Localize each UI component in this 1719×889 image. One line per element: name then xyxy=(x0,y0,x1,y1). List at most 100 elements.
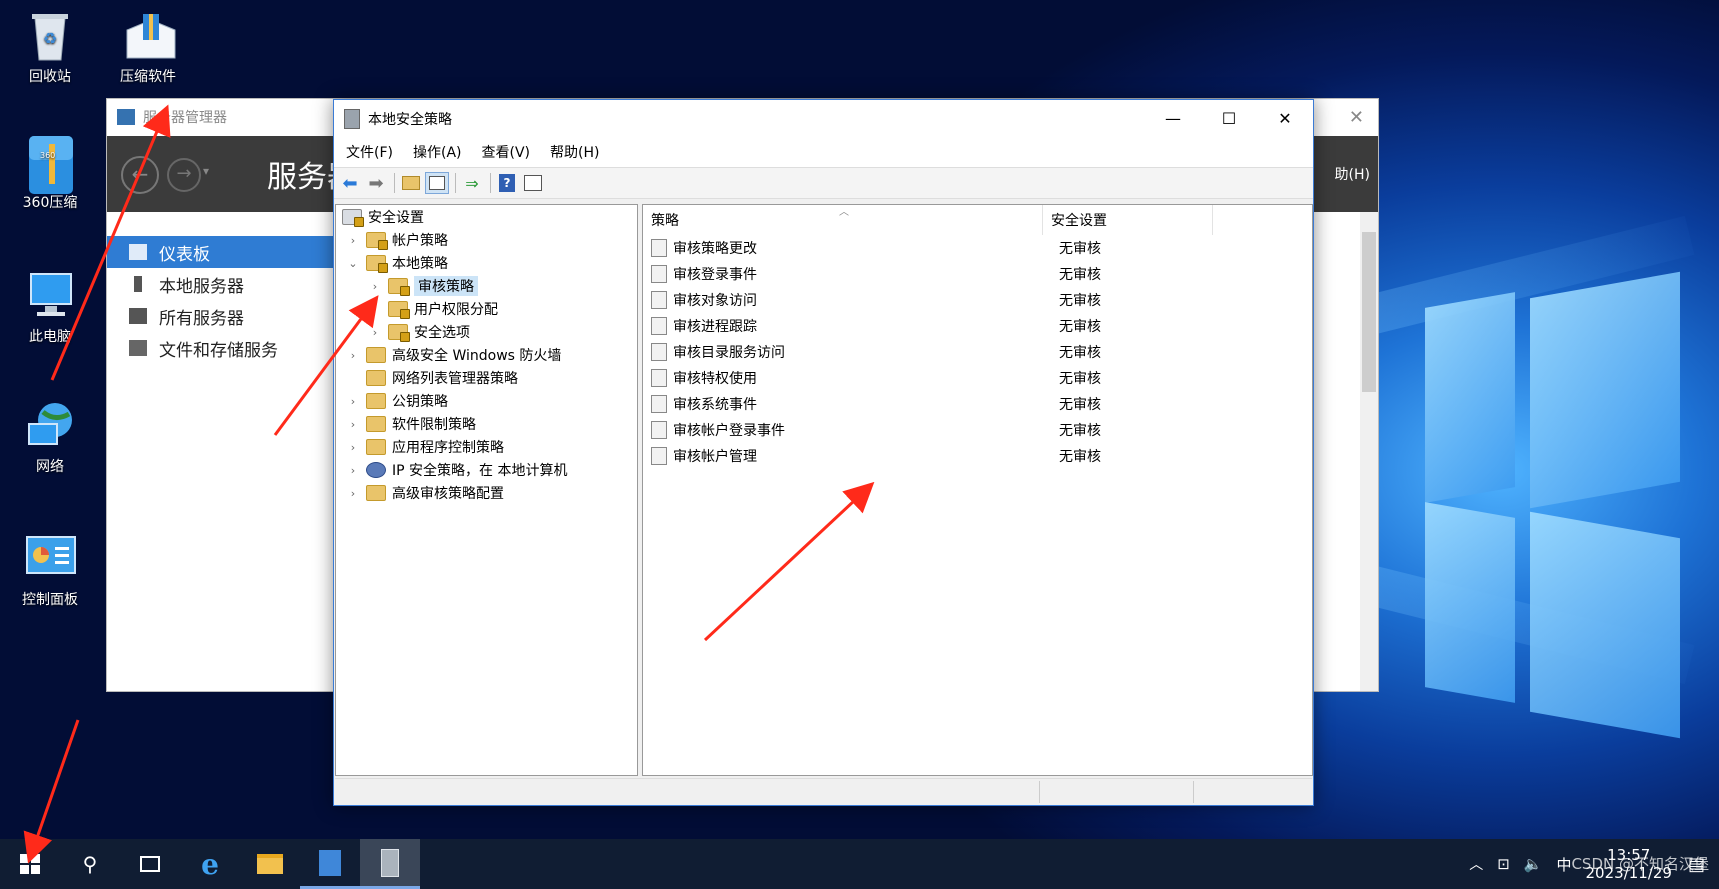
desktop-icon-360zip[interactable]: 360 360压缩 xyxy=(0,136,100,212)
column-header-label: 策略 xyxy=(651,213,679,229)
minimize-button[interactable]: — xyxy=(1145,100,1201,137)
policy-row[interactable]: 审核特权使用 无审核 xyxy=(643,365,1101,391)
taskbar-ie[interactable]: e xyxy=(180,839,240,889)
volume-muted-icon[interactable]: 🔈 xyxy=(1524,855,1543,873)
column-header-setting[interactable]: 安全设置 xyxy=(1043,205,1213,235)
expand-chevron-icon[interactable]: › xyxy=(346,349,360,362)
network-status-icon[interactable]: ⊡ xyxy=(1497,855,1510,873)
show-hidden-icons-chevron-icon[interactable]: ︿ xyxy=(1469,854,1483,874)
lsp-titlebar[interactable]: 本地安全策略 — ☐ ✕ xyxy=(334,100,1313,137)
back-arrow-icon[interactable]: ← xyxy=(121,156,159,194)
tree-item-security-options[interactable]: › 安全选项 xyxy=(368,320,470,344)
tree-item-software-restriction[interactable]: › 软件限制策略 xyxy=(346,412,476,436)
policy-name: 审核策略更改 xyxy=(673,241,757,257)
server-manager-close-icon[interactable]: ✕ xyxy=(1349,107,1364,128)
tree-item-audit-policy[interactable]: › 审核策略 xyxy=(368,274,478,298)
taskbar-local-security-policy[interactable] xyxy=(360,839,420,889)
policy-item-icon xyxy=(651,265,667,283)
expand-chevron-icon[interactable]: › xyxy=(346,234,360,247)
policy-setting: 无审核 xyxy=(1059,449,1101,465)
forward-icon[interactable]: ➡ xyxy=(364,172,388,194)
desktop-icon-control-panel[interactable]: 控制面板 xyxy=(0,533,100,609)
ime-indicator[interactable]: 中 xyxy=(1557,854,1572,875)
sm-nav-dashboard[interactable]: 仪表板 xyxy=(107,236,337,268)
tree-item-label: 安全设置 xyxy=(368,210,424,226)
policy-setting: 无审核 xyxy=(1059,319,1101,335)
tree-item-ip-security[interactable]: › IP 安全策略，在 本地计算机 xyxy=(346,458,567,482)
policy-row[interactable]: 审核目录服务访问 无审核 xyxy=(643,339,1101,365)
policy-row[interactable]: 审核对象访问 无审核 xyxy=(643,287,1101,313)
taskbar-server-manager[interactable] xyxy=(300,839,360,889)
tree-item-network-list[interactable]: 网络列表管理器策略 xyxy=(346,366,518,390)
sm-nav-local-server[interactable]: 本地服务器 xyxy=(107,268,337,300)
menu-view[interactable]: 查看(V) xyxy=(474,142,539,162)
show-tree-icon[interactable] xyxy=(425,172,449,194)
close-button[interactable]: ✕ xyxy=(1257,100,1313,137)
tree-item-firewall[interactable]: › 高级安全 Windows 防火墙 xyxy=(346,343,561,367)
desktop-icon-recycle-bin[interactable]: ♻ 回收站 xyxy=(0,10,100,86)
column-header-policy[interactable]: 策略 ︿ xyxy=(643,205,1043,235)
desktop-icon-network[interactable]: 网络 xyxy=(0,400,100,476)
up-folder-icon[interactable] xyxy=(399,172,423,194)
tree-item-label: 应用程序控制策略 xyxy=(392,440,504,456)
help-icon[interactable]: ? xyxy=(495,172,519,194)
properties-icon[interactable] xyxy=(521,172,545,194)
export-list-icon[interactable]: ⇒ xyxy=(460,172,484,194)
policy-row[interactable]: 审核进程跟踪 无审核 xyxy=(643,313,1101,339)
policy-item-icon xyxy=(651,343,667,361)
back-icon[interactable]: ⬅ xyxy=(338,172,362,194)
search-button[interactable]: ⚲ xyxy=(60,839,120,889)
lsp-menubar: 文件(F) 操作(A) 查看(V) 帮助(H) xyxy=(334,137,1313,167)
taskbar-file-explorer[interactable] xyxy=(240,839,300,889)
tree-item-label: 软件限制策略 xyxy=(392,417,476,433)
policy-row[interactable]: 审核帐户登录事件 无审核 xyxy=(643,417,1101,443)
menu-help[interactable]: 帮助(H) xyxy=(542,142,607,162)
server-manager-help-menu[interactable]: 助(H) xyxy=(1335,164,1370,184)
desktop-icon-archive[interactable]: 压缩软件 xyxy=(98,10,198,86)
tree-item-security-settings[interactable]: 安全设置 xyxy=(342,205,424,229)
expand-chevron-icon[interactable]: › xyxy=(346,395,360,408)
lsp-status-bar xyxy=(335,778,1312,805)
policy-list-pane: 策略 ︿ 安全设置 审核策略更改 无审核 审核登录事件 无审核 审核对象访问 无审核 … xyxy=(642,204,1313,776)
expand-chevron-icon[interactable]: › xyxy=(346,487,360,500)
column-header-label: 安全设置 xyxy=(1051,213,1107,229)
server-manager-icon xyxy=(319,849,341,876)
tree-item-app-control[interactable]: › 应用程序控制策略 xyxy=(346,435,504,459)
menu-action[interactable]: 操作(A) xyxy=(405,142,470,162)
ip-security-icon xyxy=(366,462,386,478)
tree-item-label: 本地策略 xyxy=(392,256,448,272)
tree-item-local-policies[interactable]: ⌄ 本地策略 xyxy=(346,251,448,275)
server-manager-scrollbar[interactable] xyxy=(1360,212,1378,691)
local-security-policy-window[interactable]: 本地安全策略 — ☐ ✕ 文件(F) 操作(A) 查看(V) 帮助(H) ⬅ ➡… xyxy=(333,99,1314,806)
maximize-button[interactable]: ☐ xyxy=(1201,100,1257,137)
file-explorer-icon xyxy=(257,854,283,874)
task-view-button[interactable] xyxy=(120,839,180,889)
start-button[interactable] xyxy=(0,839,60,889)
expand-chevron-icon[interactable]: › xyxy=(368,280,382,293)
policy-item-icon xyxy=(651,395,667,413)
tree-item-user-rights[interactable]: 用户权限分配 xyxy=(368,297,498,321)
policy-name: 审核目录服务访问 xyxy=(673,345,785,361)
sm-nav-file-storage[interactable]: 文件和存储服务 xyxy=(107,332,337,364)
history-dropdown-icon[interactable]: ▾ xyxy=(203,164,209,178)
forward-arrow-icon[interactable]: → xyxy=(167,158,201,192)
expand-chevron-icon[interactable]: › xyxy=(346,441,360,454)
tree-item-label: 帐户策略 xyxy=(392,233,448,249)
menu-file[interactable]: 文件(F) xyxy=(338,142,401,162)
expand-chevron-icon[interactable]: › xyxy=(368,326,382,339)
policy-row[interactable]: 审核登录事件 无审核 xyxy=(643,261,1101,287)
tree-item-account-policies[interactable]: › 帐户策略 xyxy=(346,228,448,252)
tree-item-advanced-audit[interactable]: › 高级审核策略配置 xyxy=(346,481,504,505)
wallpaper-logo-pane xyxy=(1530,511,1680,739)
scrollbar-thumb[interactable] xyxy=(1362,232,1376,392)
policy-row[interactable]: 审核帐户管理 无审核 xyxy=(643,443,1101,469)
expand-chevron-icon[interactable]: › xyxy=(346,464,360,477)
policy-row[interactable]: 审核策略更改 无审核 xyxy=(643,235,1101,261)
tree-item-public-key[interactable]: › 公钥策略 xyxy=(346,389,448,413)
policy-name: 审核帐户管理 xyxy=(673,449,757,465)
expand-chevron-icon[interactable]: › xyxy=(346,418,360,431)
collapse-chevron-icon[interactable]: ⌄ xyxy=(346,257,360,270)
policy-row[interactable]: 审核系统事件 无审核 xyxy=(643,391,1101,417)
sm-nav-all-servers[interactable]: 所有服务器 xyxy=(107,300,337,332)
desktop-icon-this-pc[interactable]: 此电脑 xyxy=(0,270,100,346)
